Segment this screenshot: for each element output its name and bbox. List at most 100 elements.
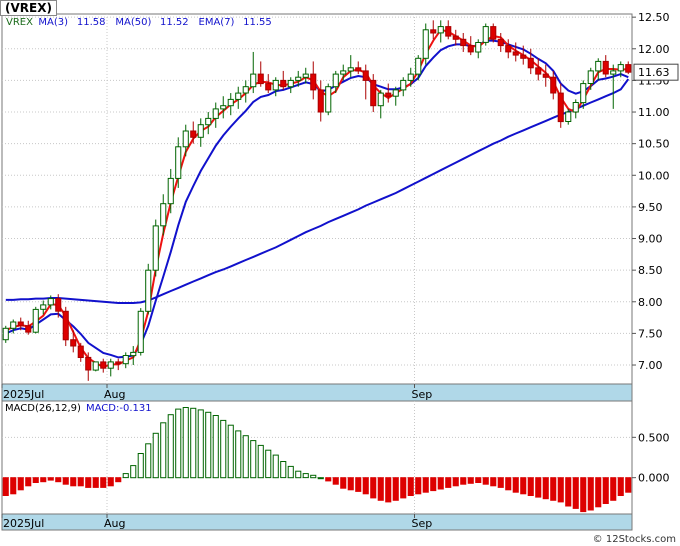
candle-body (595, 60, 602, 72)
candle-body (497, 38, 504, 47)
price-tick-label: 7.50 (638, 327, 663, 340)
macd-bar (190, 407, 197, 479)
macd-bar (77, 477, 84, 487)
macd-tick-label: 0.000 (638, 472, 670, 485)
candle-body (625, 64, 632, 73)
macd-bar (265, 449, 272, 479)
macd-bar (40, 477, 47, 483)
x-tick-label: 2025Jul (3, 517, 44, 530)
macd-bar (370, 477, 377, 499)
macd-bar (422, 477, 429, 493)
macd-bar (152, 432, 159, 479)
price-tick-label: 10.00 (638, 169, 670, 182)
macd-label: MACD(26,12,9) (5, 403, 81, 414)
macd-bar (317, 477, 324, 480)
candle-body (407, 73, 414, 81)
candle-body (2, 327, 9, 341)
candle-body (100, 361, 107, 369)
macd-bar (25, 477, 32, 487)
candle-body (610, 70, 617, 75)
candle (482, 23, 489, 46)
candle-body (422, 29, 429, 59)
candle-body (220, 105, 227, 110)
macd-bar (467, 477, 474, 484)
candle-body (272, 79, 279, 91)
candle (145, 263, 152, 315)
x-tick-label: Aug (104, 388, 125, 401)
macd-bar (572, 477, 579, 509)
candle-body (377, 92, 384, 107)
candle-body (370, 79, 377, 107)
macd-bar (47, 477, 54, 481)
macd-bar (280, 461, 287, 479)
candle-body (482, 26, 489, 43)
price-tick-label: 11.00 (638, 106, 670, 119)
legend-item: VREX (6, 17, 33, 28)
macd-bar (385, 477, 392, 503)
candle-body (227, 98, 234, 107)
macd-bar (617, 477, 624, 497)
candle-body (527, 57, 534, 69)
macd-bar (355, 477, 362, 492)
macd-bar (242, 435, 249, 479)
x-tick-label: 2025Jul (3, 388, 44, 401)
legend-item: MA(3) (38, 17, 68, 28)
macd-bar (595, 477, 602, 508)
macd-bar (482, 477, 489, 485)
candle-body (62, 310, 69, 341)
candle-body (242, 86, 249, 94)
candle-body (197, 124, 204, 138)
candle-body (580, 83, 587, 104)
macd-bar (122, 473, 129, 479)
candle-body (550, 76, 557, 94)
candle-body (287, 79, 294, 88)
macd-bar (527, 477, 534, 497)
macd-bar (550, 477, 557, 501)
macd-bar (332, 477, 339, 485)
macd-bar (197, 409, 204, 479)
candle-body (325, 86, 332, 113)
candle-body (430, 29, 437, 34)
macd-tick-label: 0.500 (638, 431, 670, 444)
candle-body (302, 73, 309, 78)
date-axis-bar (1, 383, 633, 402)
legend-item: EMA(7) (199, 17, 235, 28)
candle-body (17, 321, 24, 327)
candle-body (535, 67, 542, 75)
candle-body (25, 325, 32, 333)
macd-bar (287, 465, 294, 479)
macd-bar (130, 465, 137, 479)
price-tick-label: 7.00 (638, 359, 663, 372)
candle-body (392, 89, 399, 97)
candle-body (445, 26, 452, 37)
candle-body (542, 73, 549, 78)
candle-body (115, 361, 122, 365)
macd-bar (175, 408, 182, 479)
candle-body (505, 45, 512, 53)
candle-body (565, 111, 572, 122)
candle-body (295, 76, 302, 81)
macd-bar (610, 477, 617, 501)
macd-bar (227, 424, 234, 479)
candle (137, 308, 144, 356)
macd-bar (182, 407, 189, 479)
candle-body (70, 339, 77, 347)
candle-body (145, 269, 152, 312)
macd-bar (272, 454, 279, 479)
candle-body (415, 57, 422, 75)
macd-bar (460, 477, 467, 485)
macd-bar (520, 477, 527, 495)
macd-bar (445, 477, 452, 488)
candle (92, 361, 99, 372)
x-tick-label: Sep (412, 388, 433, 401)
macd-bar (167, 414, 174, 479)
macd-bar (70, 477, 77, 487)
macd-bar (340, 477, 347, 489)
macd-bar (430, 477, 437, 492)
ticker-title: (VREX) (0, 0, 57, 16)
macd-bar (62, 477, 69, 485)
credit-label: © 12Stocks.com (592, 534, 676, 545)
candle-body (182, 130, 189, 148)
candle-body (122, 355, 129, 365)
macd-bar (100, 477, 107, 488)
